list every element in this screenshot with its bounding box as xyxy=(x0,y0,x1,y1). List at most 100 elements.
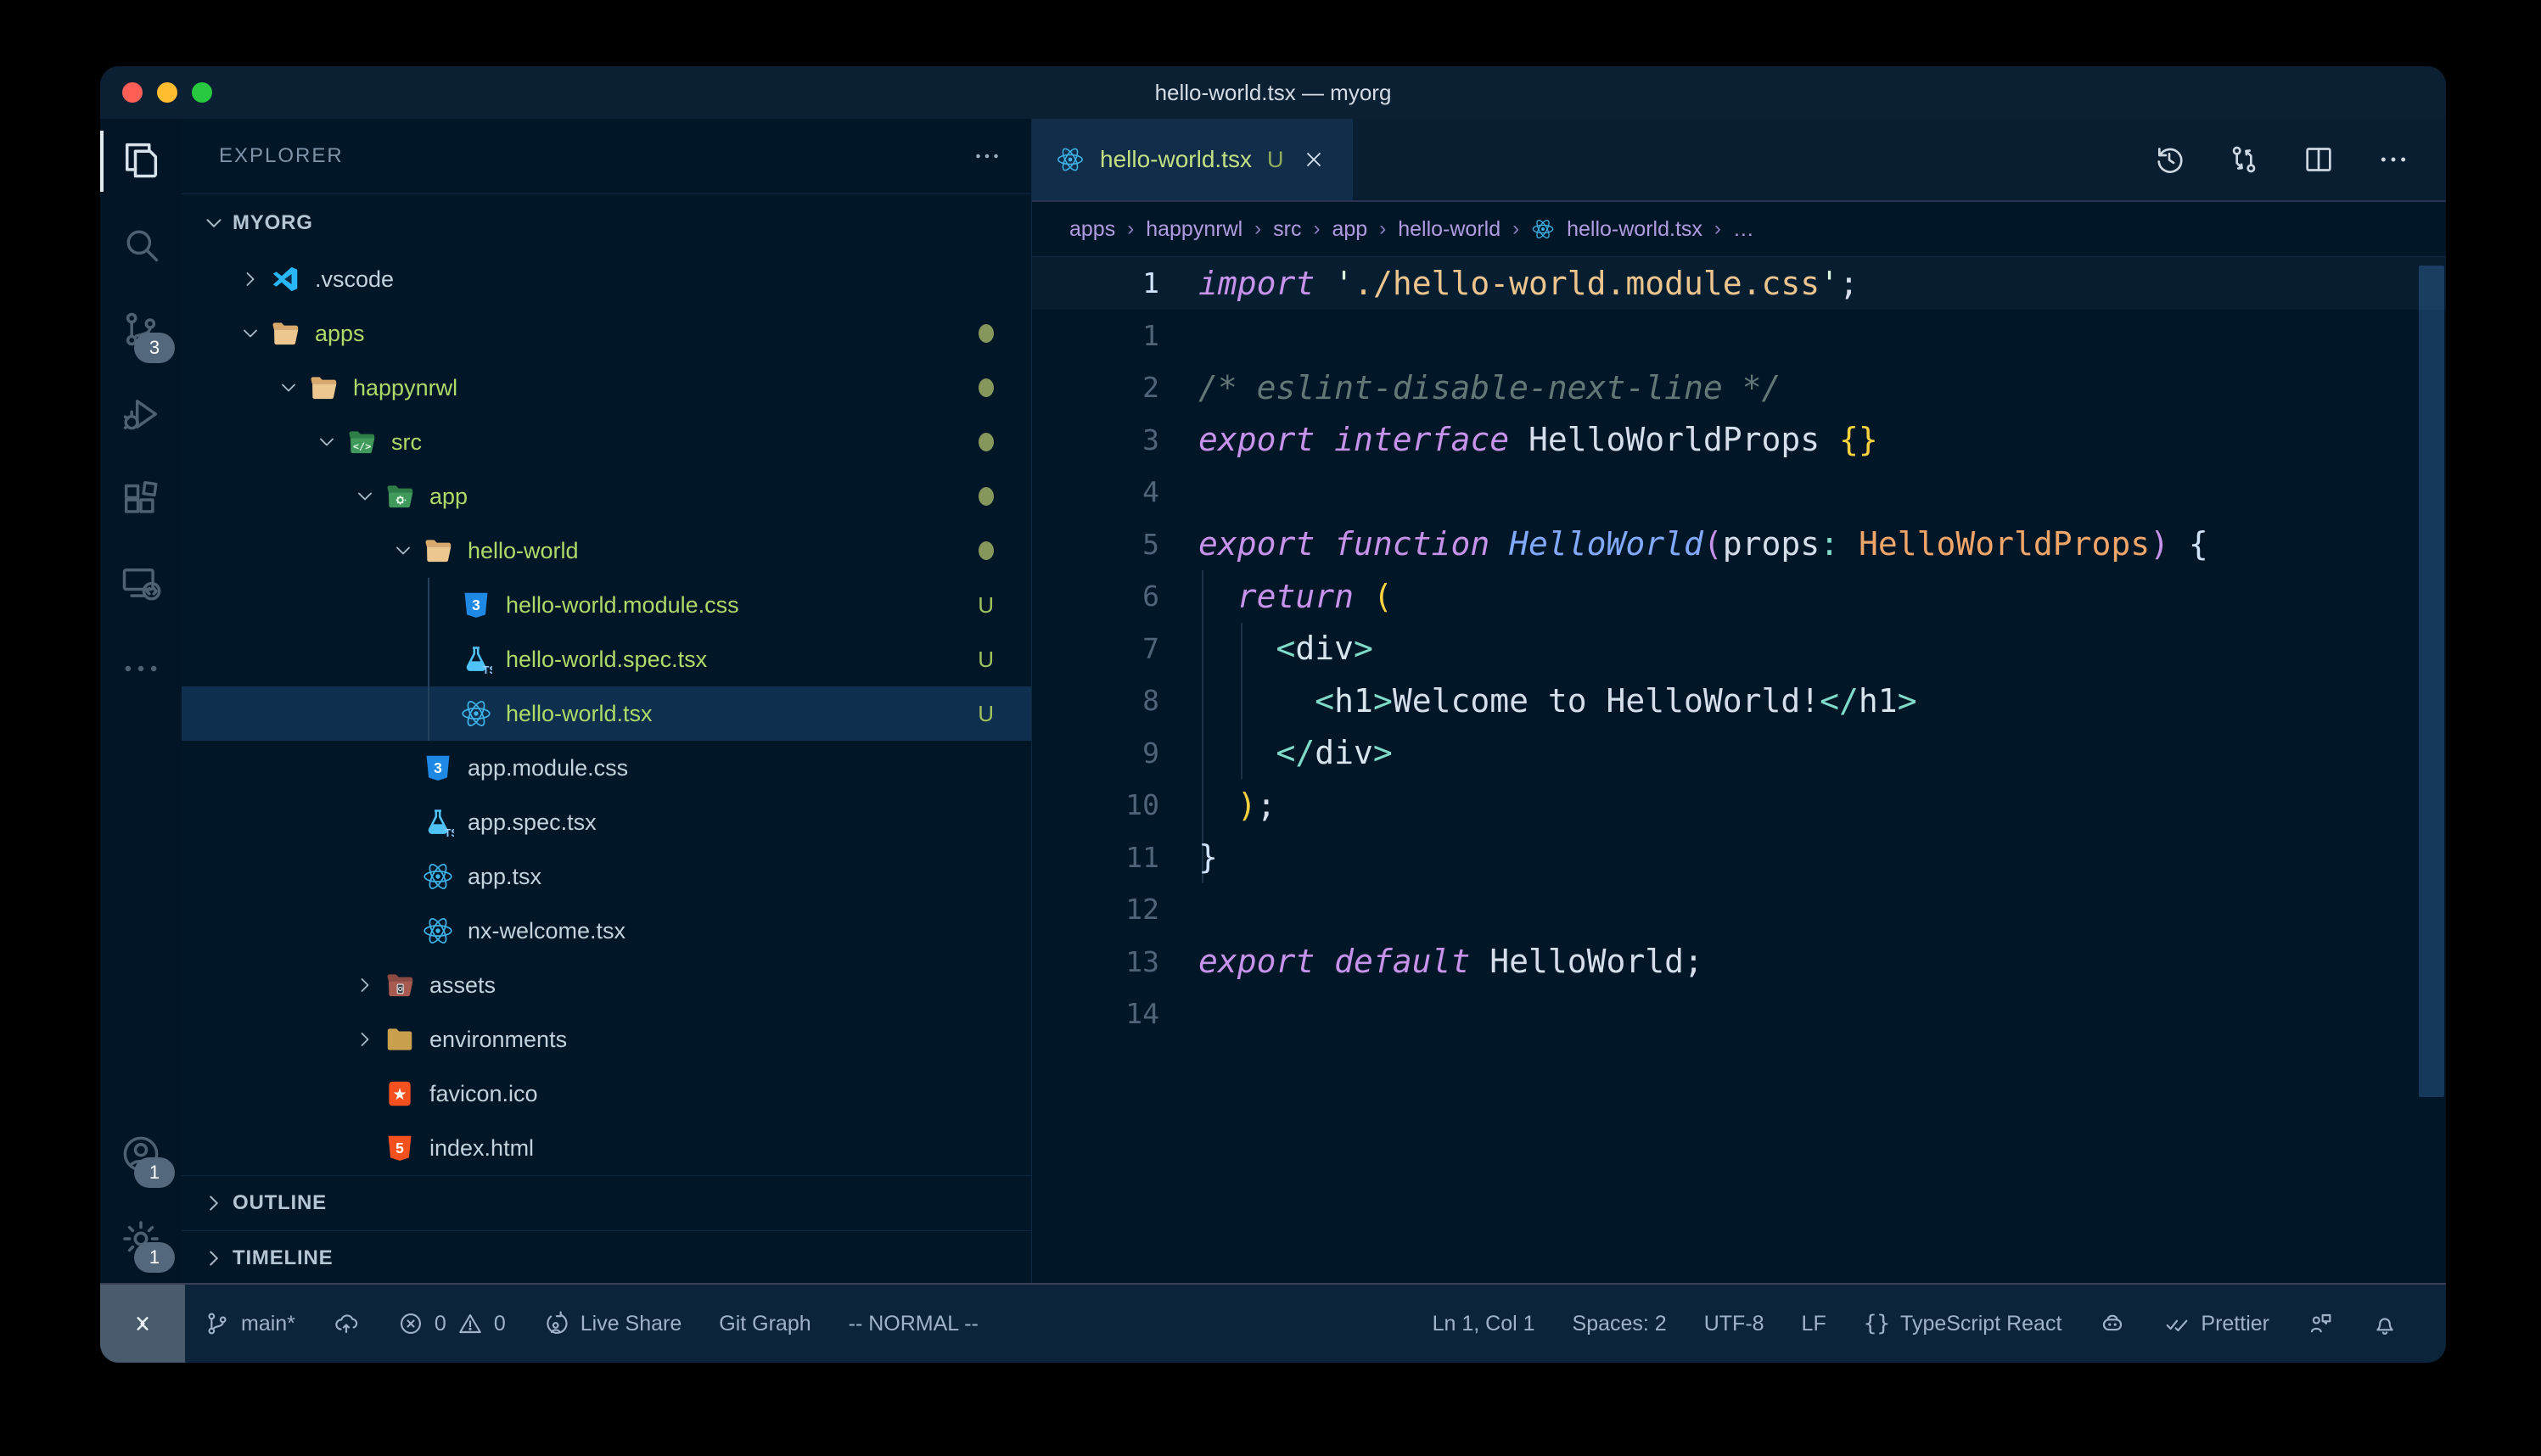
git-status-badge: U xyxy=(978,647,994,673)
tree-item-hello-world-spec-tsx[interactable]: TShello-world.spec.tsxU xyxy=(182,632,1031,686)
tree-item-index-html[interactable]: 5index.html xyxy=(182,1121,1031,1175)
activity-item-search[interactable] xyxy=(100,204,182,288)
tree-item-app-spec-tsx[interactable]: TSapp.spec.tsx xyxy=(182,795,1031,849)
activity-item-explorer[interactable] xyxy=(100,119,182,204)
error-icon xyxy=(397,1310,424,1337)
explorer-more-icon[interactable] xyxy=(972,141,1002,171)
chevron-right-icon[interactable] xyxy=(345,1021,384,1059)
status-item-vim-mode[interactable]: -- NORMAL -- xyxy=(830,1285,997,1363)
breadcrumb-item-hello-world-tsx[interactable]: hello-world.tsx xyxy=(1531,217,1702,242)
tree-item-src[interactable]: </>src xyxy=(182,415,1031,469)
breadcrumb-item-apps[interactable]: apps xyxy=(1069,217,1115,242)
timeline-section-header[interactable]: TIMELINE xyxy=(182,1230,1031,1285)
chevron-down-icon[interactable] xyxy=(231,315,269,353)
status-item-notifications[interactable] xyxy=(2353,1285,2417,1363)
tree-item-assets[interactable]: assets xyxy=(182,958,1031,1012)
svg-text:★: ★ xyxy=(392,1085,407,1104)
status-item-indentation[interactable]: Spaces: 2 xyxy=(1554,1285,1686,1363)
react-icon xyxy=(460,697,492,730)
status-item-remote-indicator[interactable] xyxy=(100,1285,185,1363)
activity-item-extensions[interactable] xyxy=(100,458,182,543)
badge: 1 xyxy=(134,1157,175,1188)
tree-item-hello-world-module-css[interactable]: 3hello-world.module.cssU xyxy=(182,578,1031,632)
ellipsis-icon xyxy=(119,647,163,695)
split-icon[interactable] xyxy=(2300,141,2337,178)
tree-item-app-tsx[interactable]: app.tsx xyxy=(182,849,1031,904)
vscode-window: hello-world.tsx — myorg 311 EXPLORER MYO… xyxy=(100,66,2446,1363)
tree-item-label: hello-world.module.css xyxy=(506,592,739,619)
status-item-feedback[interactable] xyxy=(2288,1285,2353,1363)
status-label: TypeScript React xyxy=(1900,1312,2061,1336)
breadcrumb-separator: › xyxy=(1379,217,1386,241)
status-label: UTF-8 xyxy=(1704,1312,1764,1336)
status-item-git-branch[interactable]: main* xyxy=(185,1285,314,1363)
breadcrumb-item-app[interactable]: app xyxy=(1332,217,1368,242)
breadcrumb-item-src[interactable]: src xyxy=(1273,217,1301,242)
tree-item-nx-welcome-tsx[interactable]: nx-welcome.tsx xyxy=(182,904,1031,958)
tree-item-favicon-ico[interactable]: ★favicon.ico xyxy=(182,1067,1031,1121)
status-item-sync[interactable] xyxy=(314,1285,379,1363)
tree-item-happynrwl[interactable]: happynrwl xyxy=(182,361,1031,415)
chevron-down-icon[interactable] xyxy=(307,423,345,462)
code-text: ); xyxy=(1198,787,1276,824)
status-item-encoding[interactable]: UTF-8 xyxy=(1686,1285,1783,1363)
code-editor[interactable]: 1import './hello-world.module.css';12/* … xyxy=(1032,257,2446,1283)
breadcrumb-item-[interactable]: … xyxy=(1733,217,1754,242)
chevron-right-icon[interactable] xyxy=(231,260,269,299)
status-label: Git Graph xyxy=(719,1312,811,1336)
favicon-icon: ★ xyxy=(384,1078,416,1110)
chevron-right-icon[interactable] xyxy=(345,966,384,1005)
chevron-down-icon[interactable] xyxy=(345,478,384,516)
git-status-badge: U xyxy=(978,701,994,727)
cloud-upload-icon xyxy=(333,1310,360,1337)
outline-section-header[interactable]: OUTLINE xyxy=(182,1175,1031,1230)
ellipsis-icon[interactable] xyxy=(2375,141,2412,178)
status-item-problems[interactable]: 00 xyxy=(379,1285,524,1363)
breadcrumb-label: apps xyxy=(1069,217,1115,242)
breadcrumb: apps›happynrwl›src›app›hello-world›hello… xyxy=(1032,202,2446,257)
tree-item-hello-world[interactable]: hello-world xyxy=(182,524,1031,578)
tree-item-label: nx-welcome.tsx xyxy=(468,918,625,944)
history-icon[interactable] xyxy=(2151,141,2188,178)
activity-item-more[interactable] xyxy=(100,628,182,713)
activity-item-source-control[interactable]: 3 xyxy=(100,288,182,373)
tree-item-apps[interactable]: apps xyxy=(182,306,1031,361)
tab-hello-world-tsx[interactable]: hello-world.tsx U xyxy=(1032,119,1353,200)
status-item-copilot[interactable] xyxy=(2080,1285,2145,1363)
line-number: 7 xyxy=(1032,632,1198,665)
status-item-git-graph[interactable]: Git Graph xyxy=(700,1285,829,1363)
tree-item-vscode[interactable]: .vscode xyxy=(182,252,1031,306)
tree-item-environments[interactable]: environments xyxy=(182,1012,1031,1067)
activity-item-remote-explorer[interactable] xyxy=(100,543,182,628)
close-icon[interactable] xyxy=(1299,144,1329,175)
css3-icon: 3 xyxy=(460,589,492,621)
extensions-icon xyxy=(119,477,163,525)
activity-item-settings[interactable]: 1 xyxy=(100,1198,182,1283)
status-item-cursor-position[interactable]: Ln 1, Col 1 xyxy=(1414,1285,1554,1363)
code-line: 8 <h1>Welcome to HelloWorld!</h1> xyxy=(1032,675,2446,727)
svg-text:3: 3 xyxy=(434,759,442,776)
status-item-language-mode[interactable]: {}TypeScript React xyxy=(1845,1285,2081,1363)
tree-item-hello-world-tsx[interactable]: hello-world.tsxU xyxy=(182,686,1031,741)
tree-item-label: app xyxy=(429,484,468,510)
compare-icon[interactable] xyxy=(2225,141,2263,178)
tree-item-app[interactable]: app xyxy=(182,469,1031,524)
chevron-down-icon[interactable] xyxy=(269,369,307,407)
chevron-down-icon[interactable] xyxy=(384,532,422,570)
breadcrumb-item-happynrwl[interactable]: happynrwl xyxy=(1146,217,1242,242)
breadcrumb-item-hello-world[interactable]: hello-world xyxy=(1398,217,1500,242)
activity-item-run-debug[interactable] xyxy=(100,373,182,458)
git-modified-dot xyxy=(979,541,994,560)
git-modified-dot xyxy=(979,487,994,506)
tree-item-label: hello-world xyxy=(468,538,579,564)
workspace-section-header[interactable]: MYORG xyxy=(182,193,1031,252)
warning-icon xyxy=(457,1310,484,1337)
status-item-live-share[interactable]: Live Share xyxy=(524,1285,701,1363)
activity-item-accounts[interactable]: 1 xyxy=(100,1113,182,1198)
status-item-eol[interactable]: LF xyxy=(1783,1285,1845,1363)
tree-item-app-module-css[interactable]: 3app.module.css xyxy=(182,741,1031,795)
test-tsx-icon: TS xyxy=(460,643,492,675)
line-number: 9 xyxy=(1032,736,1198,770)
folder-open-tan-icon xyxy=(422,535,454,567)
status-item-prettier[interactable]: Prettier xyxy=(2145,1285,2288,1363)
